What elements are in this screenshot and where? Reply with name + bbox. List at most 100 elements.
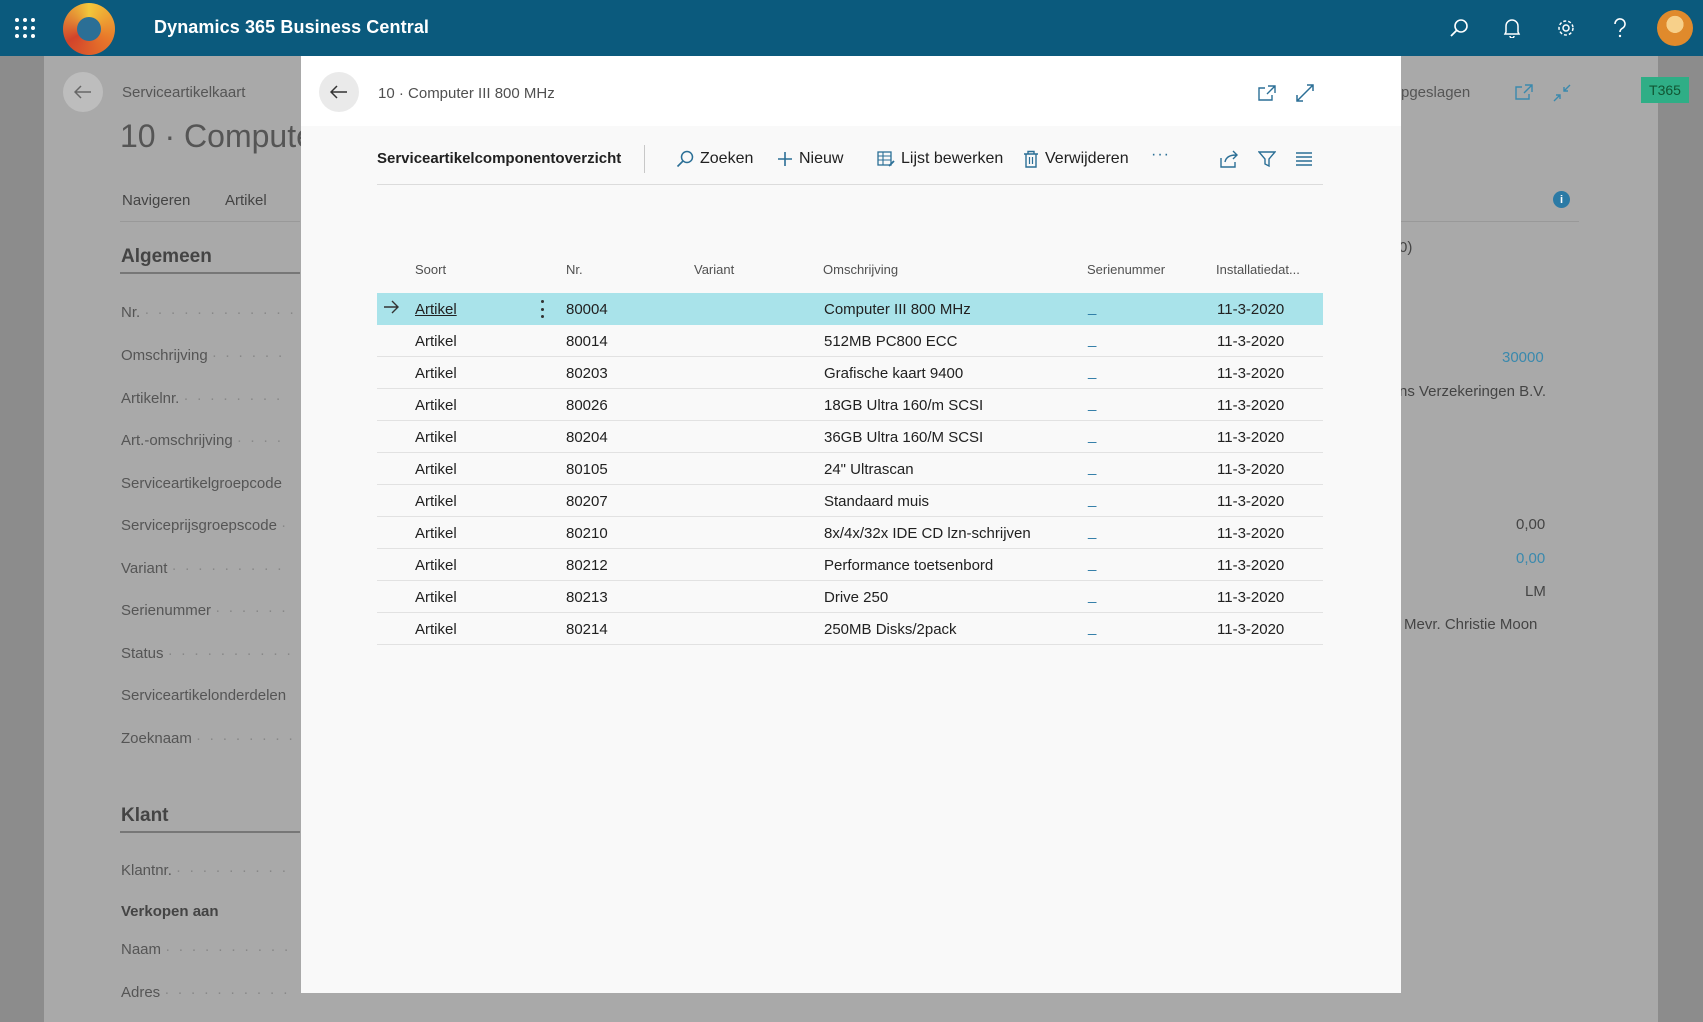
background-right-paren: 0) — [1399, 239, 1413, 256]
background-code: LM — [1525, 583, 1546, 600]
cell-soort[interactable]: Artikel — [415, 429, 457, 446]
field-klantnr: Klantnr. · · · · · · · · · — [121, 862, 289, 879]
trash-icon — [1024, 150, 1038, 168]
cell-serienummer[interactable]: _ — [1088, 491, 1096, 508]
expand-icon[interactable] — [1294, 82, 1316, 104]
cell-soort[interactable]: Artikel — [415, 365, 457, 382]
table-row[interactable]: Artikel 80214 250MB Disks/2pack _ 11-3-2020 — [377, 613, 1323, 645]
cell-installatiedatum: 11-3-2020 — [1217, 397, 1285, 414]
column-header-serienummer[interactable]: Serienummer — [1087, 262, 1165, 277]
cell-soort[interactable]: Artikel — [415, 621, 457, 638]
cell-installatiedatum: 11-3-2020 — [1217, 621, 1285, 638]
gear-icon[interactable] — [1552, 14, 1580, 42]
cell-omschrijving: Performance toetsenbord — [824, 557, 994, 574]
help-icon[interactable] — [1606, 14, 1634, 42]
cell-installatiedatum: 11-3-2020 — [1217, 589, 1285, 606]
cell-soort[interactable]: Artikel — [415, 589, 457, 606]
action-bar-separator — [644, 145, 645, 173]
back-button[interactable] — [319, 72, 359, 112]
cell-nr: 80204 — [566, 429, 608, 446]
cell-nr: 80213 — [566, 589, 608, 606]
delete-button-label: Verwijderen — [1045, 150, 1129, 167]
cell-soort[interactable]: Artikel — [415, 557, 457, 574]
cell-omschrijving: 250MB Disks/2pack — [824, 621, 957, 638]
cell-omschrijving: 8x/4x/32x IDE CD lzn-schrijven — [824, 525, 1031, 542]
table-row[interactable]: Artikel 80212 Performance toetsenbord _ 11-3… — [377, 549, 1323, 581]
table-row[interactable]: Artikel 80207 Standaard muis _ 11-3-2020 — [377, 485, 1323, 517]
background-title: 10 · Compute — [120, 118, 314, 154]
table-row[interactable]: Artikel 80213 Drive 250 _ 11-3-2020 — [377, 581, 1323, 613]
section-divider — [120, 831, 300, 833]
filter-icon[interactable] — [1256, 148, 1278, 170]
cell-serienummer[interactable]: _ — [1088, 523, 1096, 540]
cell-omschrijving: Computer III 800 MHz — [824, 301, 971, 318]
row-actions-icon[interactable] — [537, 300, 547, 318]
cell-nr: 80004 — [566, 301, 608, 318]
background-popout-icon — [1515, 84, 1533, 104]
search-icon — [676, 150, 694, 168]
cell-nr: 80214 — [566, 621, 608, 638]
cell-serienummer[interactable]: _ — [1088, 395, 1096, 412]
column-header-installatiedatum[interactable]: Installatiedat... — [1216, 262, 1300, 277]
cell-serienummer[interactable]: _ — [1088, 587, 1096, 604]
cell-installatiedatum: 11-3-2020 — [1217, 557, 1285, 574]
cell-nr: 80014 — [566, 333, 608, 350]
column-header-variant[interactable]: Variant — [694, 262, 734, 277]
cell-serienummer[interactable]: _ — [1088, 299, 1096, 316]
plus-icon — [778, 152, 792, 166]
column-header-soort[interactable]: Soort — [415, 262, 446, 277]
cell-installatiedatum: 11-3-2020 — [1217, 525, 1285, 542]
field-art-omschrijving: Art.-omschrijving · · · · — [121, 432, 284, 449]
cell-serienummer[interactable]: _ — [1088, 427, 1096, 444]
cell-nr: 80105 — [566, 461, 608, 478]
cell-installatiedatum: 11-3-2020 — [1217, 461, 1285, 478]
cell-installatiedatum: 11-3-2020 — [1217, 365, 1285, 382]
cell-serienummer[interactable]: _ — [1088, 459, 1096, 476]
background-breadcrumb: Serviceartikelkaart — [122, 84, 246, 101]
cell-serienummer[interactable]: _ — [1088, 555, 1096, 572]
field-status: Status · · · · · · · · · · · — [121, 645, 307, 662]
search-button[interactable]: Zoeken — [676, 146, 753, 172]
table-row[interactable]: Artikel 80014 512MB PC800 ECC _ 11-3-2020 — [377, 325, 1323, 357]
share-icon[interactable] — [1219, 148, 1241, 170]
table-row[interactable]: Artikel 80210 8x/4x/32x IDE CD lzn-schrijv… — [377, 517, 1323, 549]
cell-serienummer[interactable]: _ — [1088, 619, 1096, 636]
column-header-omschrijving[interactable]: Omschrijving — [823, 262, 898, 277]
cell-soort[interactable]: Artikel — [415, 397, 457, 414]
edit-list-button[interactable]: Lijst bewerken — [877, 146, 1003, 172]
edit-list-icon — [877, 151, 895, 167]
cell-omschrijving: 512MB PC800 ECC — [824, 333, 958, 350]
table-row[interactable]: Artikel 80026 18GB Ultra 160/m SCSI _ 11-3-2… — [377, 389, 1323, 421]
search-button-label: Zoeken — [700, 150, 754, 167]
action-bar: Serviceartikelcomponentoverzicht Zoeken … — [377, 133, 1323, 185]
cell-soort[interactable]: Artikel — [415, 301, 457, 318]
cell-serienummer[interactable]: _ — [1088, 363, 1096, 380]
table-row[interactable]: Artikel 80204 36GB Ultra 160/M SCSI _ 11-3-2… — [377, 421, 1323, 453]
open-in-new-window-icon[interactable] — [1256, 82, 1278, 104]
cell-soort[interactable]: Artikel — [415, 461, 457, 478]
list-view-icon[interactable] — [1293, 148, 1315, 170]
background-customer-name: ns Verzekeringen B.V. — [1399, 383, 1547, 400]
table-row[interactable]: Artikel 80004 Computer III 800 MHz _ 11-3-20… — [377, 293, 1323, 325]
search-icon[interactable] — [1445, 14, 1473, 42]
background-value-2: 0,00 — [1516, 550, 1546, 567]
cell-soort[interactable]: Artikel — [415, 493, 457, 510]
column-header-nr[interactable]: Nr. — [566, 262, 583, 277]
cell-omschrijving: Drive 250 — [824, 589, 889, 606]
background-collapse-icon — [1553, 84, 1571, 106]
more-options-button[interactable]: ··· — [1151, 142, 1170, 168]
table-row[interactable]: Artikel 80203 Grafische kaart 9400 _ 11-3-20… — [377, 357, 1323, 389]
delete-button[interactable]: Verwijderen — [1023, 146, 1129, 172]
apps-icon[interactable] — [15, 18, 35, 38]
new-button[interactable]: Nieuw — [777, 146, 843, 172]
avatar[interactable] — [1657, 10, 1693, 46]
bell-icon[interactable] — [1498, 14, 1526, 42]
field-nr: Nr. · · · · · · · · · · · · — [121, 304, 297, 321]
table-row[interactable]: Artikel 80105 24" Ultrascan _ 11-3-2020 — [377, 453, 1323, 485]
background-back-button — [63, 72, 103, 112]
cell-soort[interactable]: Artikel — [415, 525, 457, 542]
cell-soort[interactable]: Artikel — [415, 333, 457, 350]
cell-serienummer[interactable]: _ — [1088, 331, 1096, 348]
cell-installatiedatum: 11-3-2020 — [1217, 333, 1285, 350]
cell-omschrijving: 24" Ultrascan — [824, 461, 914, 478]
